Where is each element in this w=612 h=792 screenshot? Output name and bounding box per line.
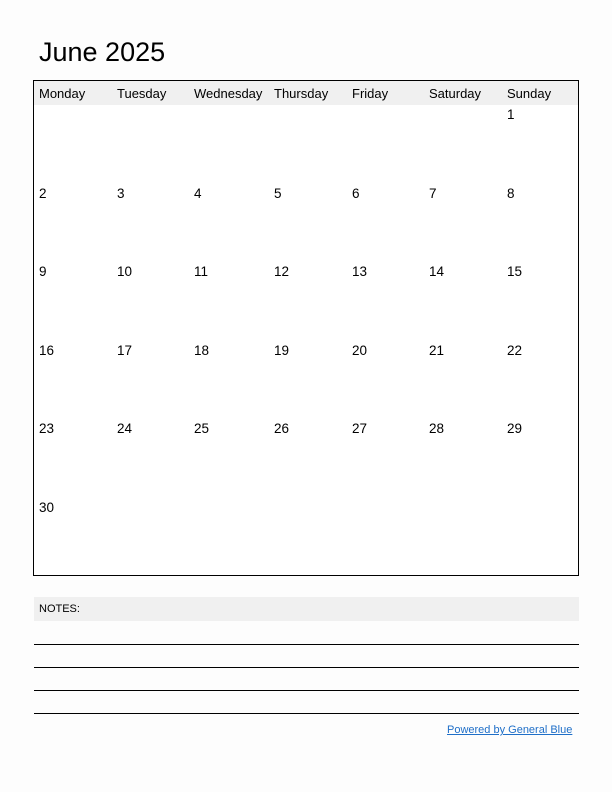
day-number: 25 bbox=[194, 421, 210, 436]
day-number: 19 bbox=[274, 342, 290, 358]
notes-line bbox=[34, 667, 579, 668]
day-number: 5 bbox=[274, 185, 282, 201]
notes-line bbox=[34, 713, 579, 714]
calendar-grid: Monday Tuesday Wednesday Thursday Friday… bbox=[33, 80, 579, 576]
day-number: 27 bbox=[352, 421, 368, 436]
day-number: 17 bbox=[117, 342, 133, 358]
day-number: 23 bbox=[39, 421, 55, 436]
day-number: 2 bbox=[39, 185, 47, 201]
day-number: 4 bbox=[194, 185, 202, 201]
notes-line bbox=[34, 690, 579, 691]
day-number: 20 bbox=[352, 342, 368, 358]
day-number: 6 bbox=[352, 185, 360, 201]
day-number: 10 bbox=[117, 264, 133, 279]
day-number: 14 bbox=[429, 264, 445, 279]
day-number: 9 bbox=[39, 264, 47, 279]
day-number: 7 bbox=[429, 185, 437, 201]
weekday-friday: Friday bbox=[352, 86, 389, 101]
day-number: 18 bbox=[194, 342, 210, 358]
weekday-sunday: Sunday bbox=[507, 86, 552, 101]
powered-by-link[interactable]: Powered by General Blue bbox=[447, 724, 572, 736]
day-number: 15 bbox=[507, 264, 523, 279]
day-number: 1 bbox=[507, 107, 515, 122]
day-number: 12 bbox=[274, 264, 290, 279]
day-number: 3 bbox=[117, 185, 125, 201]
notes-line bbox=[34, 644, 579, 645]
notes-label: NOTES: bbox=[39, 603, 80, 615]
day-number: 8 bbox=[507, 185, 515, 201]
notes-header: NOTES: bbox=[34, 597, 579, 621]
day-number: 29 bbox=[507, 421, 523, 436]
day-number: 24 bbox=[117, 421, 133, 436]
weekday-saturday: Saturday bbox=[429, 86, 482, 101]
day-number: 13 bbox=[352, 264, 368, 279]
day-number: 22 bbox=[507, 342, 523, 358]
day-number: 11 bbox=[194, 264, 209, 279]
weekday-thursday: Thursday bbox=[274, 86, 329, 101]
day-number: 21 bbox=[429, 342, 445, 358]
page-title: June 2025 bbox=[39, 37, 166, 67]
day-number: 28 bbox=[429, 421, 445, 436]
day-number: 30 bbox=[39, 499, 55, 515]
weekday-wednesday: Wednesday bbox=[194, 86, 263, 101]
day-number: 26 bbox=[274, 421, 290, 436]
day-number: 16 bbox=[39, 342, 55, 358]
weekday-header: Monday Tuesday Wednesday Thursday Friday… bbox=[34, 81, 578, 105]
weekday-tuesday: Tuesday bbox=[117, 86, 167, 101]
weekday-monday: Monday bbox=[39, 86, 86, 101]
